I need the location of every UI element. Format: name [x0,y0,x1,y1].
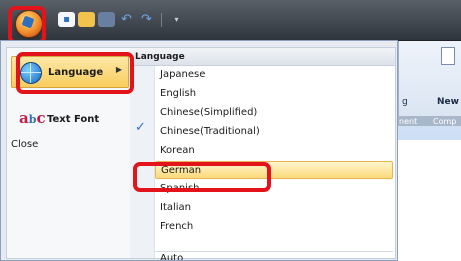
ribbon-partial-label: g [402,97,408,107]
ribbon-group-label-1: nent [399,117,418,126]
title-bar: ▪ ↶ ↷ ▾ [0,0,461,41]
workspace-area [398,126,461,261]
application-menu: Language ▶ abc Text Font Close Language … [0,40,398,261]
redo-icon[interactable]: ↷ [138,12,155,27]
abc-font-icon: abc [19,109,46,127]
language-option-chinese-traditional[interactable]: Chinese(Traditional) [155,123,393,141]
ribbon-group-label-2: Comp [433,117,457,126]
undo-icon[interactable]: ↶ [118,12,135,27]
language-option-italian[interactable]: Italian [155,199,393,217]
language-option-korean[interactable]: Korean [155,142,393,160]
workspace-canvas [398,140,461,261]
menu-item-language[interactable]: Language ▶ [11,56,129,88]
submenu-arrow-icon: ▶ [115,65,122,74]
language-option-japanese[interactable]: Japanese [155,66,393,84]
language-option-french[interactable]: French [155,218,393,236]
menu-item-text-font[interactable]: abc Text Font [11,104,127,134]
open-folder-icon[interactable] [78,12,95,27]
menu-item-text-font-label: Text Font [47,113,100,125]
submenu-gutter [130,66,155,258]
language-option-english[interactable]: English [155,85,393,103]
save-icon[interactable] [98,12,115,27]
language-submenu: Language ✓ Japanese English Chinese(Simp… [130,47,396,260]
language-option-auto[interactable]: Auto [155,252,393,260]
application-button[interactable] [15,10,43,38]
new-document-icon [441,47,455,65]
menu-left-pane: Language ▶ abc Text Font Close [6,47,132,259]
new-button-label[interactable]: New [437,97,459,107]
language-option-spanish[interactable]: Spanish [155,180,393,198]
toolbar-separator [161,12,162,27]
menu-item-close[interactable]: Close [11,139,38,150]
language-option-german[interactable]: German [155,161,393,179]
new-file-icon[interactable]: ▪ [58,12,75,27]
checkmark-icon: ✓ [135,120,146,135]
menu-item-language-label: Language [48,66,104,78]
globe-icon [18,61,42,84]
submenu-header: Language [130,48,395,66]
quick-access-toolbar: ▪ ↶ ↷ ▾ [58,12,185,27]
language-option-chinese-simplified[interactable]: Chinese(Simplified) [155,104,393,122]
ribbon-fragment: g New nent Comp [398,41,461,128]
customize-dropdown-icon[interactable]: ▾ [168,12,185,27]
